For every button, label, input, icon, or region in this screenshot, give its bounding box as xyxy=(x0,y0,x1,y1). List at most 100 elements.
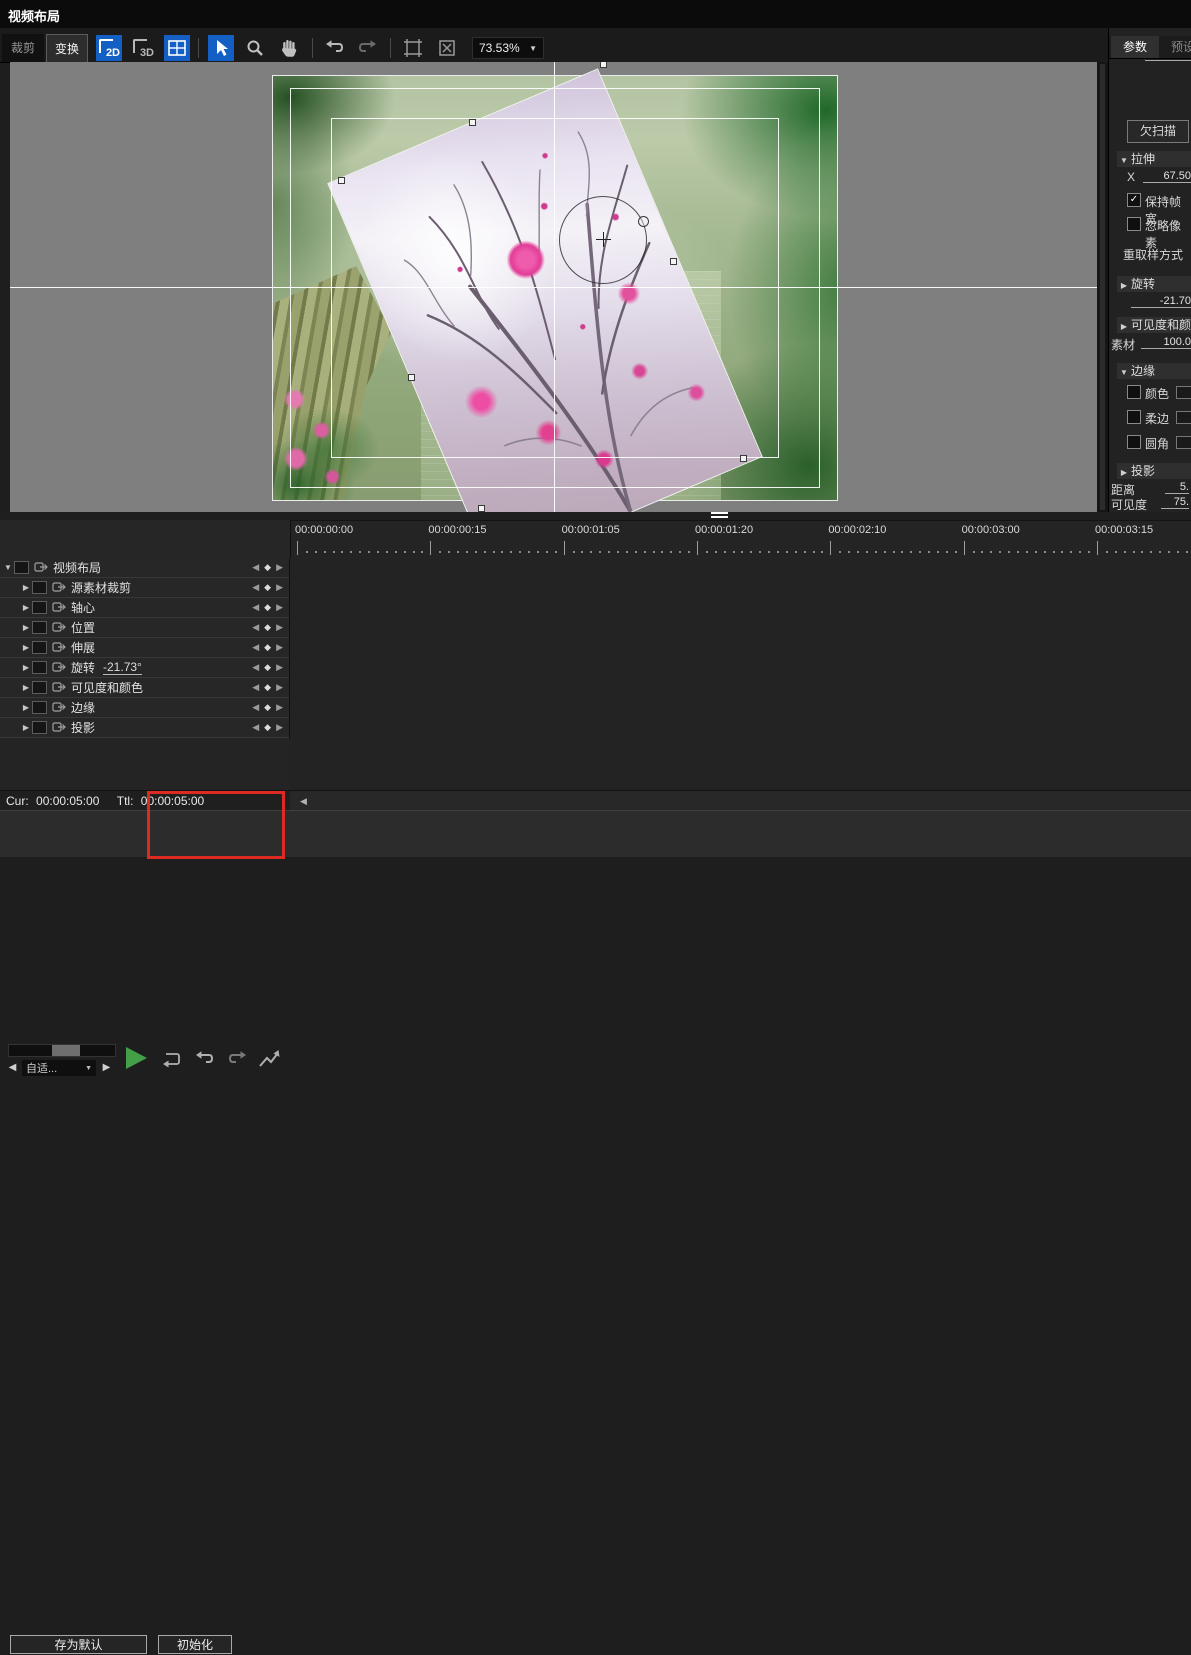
timeline-hscrollbar[interactable]: ◀ xyxy=(290,790,1191,811)
edge-color-swatch[interactable] xyxy=(1176,386,1191,399)
source-value[interactable]: 100.0 xyxy=(1141,336,1191,349)
track-value[interactable]: -21.73° xyxy=(103,660,142,675)
keyframe-enable-icon[interactable] xyxy=(52,681,67,694)
tab-crop[interactable]: 裁剪 xyxy=(2,34,44,62)
tab-presets[interactable]: 预设 xyxy=(1161,36,1191,58)
keyframe-graph-button[interactable] xyxy=(256,1047,282,1071)
section-rotation[interactable]: ▶旋转 xyxy=(1117,276,1191,292)
undo-button[interactable] xyxy=(322,35,348,61)
zoom-tool-button[interactable] xyxy=(242,35,268,61)
tab-transform[interactable]: 变换 xyxy=(46,34,88,62)
underscan-button[interactable]: 欠扫描 xyxy=(1127,120,1189,143)
prev-keyframe-button[interactable]: ◀ xyxy=(252,682,259,693)
transform-handle[interactable] xyxy=(600,62,607,68)
next-keyframe-button[interactable]: ▶ xyxy=(276,622,283,633)
edge-round-field[interactable] xyxy=(1176,436,1191,449)
track-checkbox[interactable] xyxy=(14,561,29,574)
next-keyframe-button[interactable]: ▶ xyxy=(276,582,283,593)
expand-arrow-icon[interactable]: ▶ xyxy=(20,623,32,632)
timeline-ruler[interactable]: 00:00:00:0000:00:00:1500:00:01:0500:00:0… xyxy=(290,520,1191,558)
prev-keyframe-button[interactable]: ◀ xyxy=(252,582,259,593)
track-checkbox[interactable] xyxy=(32,721,47,734)
expand-arrow-icon[interactable]: ▶ xyxy=(20,703,32,712)
section-visibility[interactable]: ▶可见度和颜 xyxy=(1117,317,1191,333)
prev-keyframe-button[interactable]: ◀ xyxy=(252,562,259,573)
edge-round-checkbox[interactable] xyxy=(1127,435,1141,449)
transform-handle[interactable] xyxy=(469,119,476,126)
prev-keyframe-button[interactable]: ◀ xyxy=(252,722,259,733)
save-as-default-button[interactable]: 存为默认 xyxy=(10,1635,147,1654)
track-checkbox[interactable] xyxy=(32,681,47,694)
initialize-button[interactable]: 初始化 xyxy=(158,1635,232,1654)
keyframe-enable-icon[interactable] xyxy=(52,581,67,594)
safe-area-button[interactable] xyxy=(400,35,426,61)
keyframe-graph-area[interactable] xyxy=(290,558,1191,790)
section-shadow[interactable]: ▶投影 xyxy=(1117,463,1191,479)
transform-handle[interactable] xyxy=(338,177,345,184)
shadow-distance-value[interactable]: 5. xyxy=(1165,481,1189,494)
next-keyframe-button[interactable]: ▶ xyxy=(276,702,283,713)
add-keyframe-button[interactable]: ◆ xyxy=(264,642,271,653)
keyframe-enable-icon[interactable] xyxy=(34,561,49,574)
add-keyframe-button[interactable]: ◆ xyxy=(264,562,271,573)
next-keyframe-button[interactable]: ▶ xyxy=(276,642,283,653)
keyframe-enable-icon[interactable] xyxy=(52,661,67,674)
canvas-scrollbar[interactable] xyxy=(1097,62,1108,512)
expand-arrow-icon[interactable]: ▶ xyxy=(20,663,32,672)
keyframe-enable-icon[interactable] xyxy=(52,621,67,634)
zoom-level-dropdown[interactable]: 73.53% ▼ xyxy=(472,37,544,59)
preset-prev-button[interactable]: ◀ xyxy=(6,1060,19,1076)
add-keyframe-button[interactable]: ◆ xyxy=(264,682,271,693)
ignore-pixel-checkbox[interactable] xyxy=(1127,217,1141,231)
preview-canvas[interactable] xyxy=(10,62,1097,512)
prev-keyframe-button[interactable]: ◀ xyxy=(252,702,259,713)
keyframe-enable-icon[interactable] xyxy=(52,701,67,714)
keyframe-enable-icon[interactable] xyxy=(52,641,67,654)
expand-arrow-icon[interactable]: ▶ xyxy=(20,723,32,732)
loop-playback-button[interactable] xyxy=(158,1047,184,1071)
track-checkbox[interactable] xyxy=(32,581,47,594)
section-edge[interactable]: ▼边缘 xyxy=(1117,363,1191,379)
add-keyframe-button[interactable]: ◆ xyxy=(264,622,271,633)
transform-handle[interactable] xyxy=(740,455,747,462)
add-keyframe-button[interactable]: ◆ xyxy=(264,582,271,593)
add-keyframe-button[interactable]: ◆ xyxy=(264,722,271,733)
mode-3d-button[interactable]: 3D xyxy=(130,35,156,61)
redo-keyframe-button[interactable] xyxy=(224,1047,250,1071)
expand-arrow-icon[interactable]: ▶ xyxy=(20,643,32,652)
edge-color-checkbox[interactable] xyxy=(1127,385,1141,399)
add-keyframe-button[interactable]: ◆ xyxy=(264,702,271,713)
prev-keyframe-button[interactable]: ◀ xyxy=(252,642,259,653)
add-keyframe-button[interactable]: ◆ xyxy=(264,662,271,673)
edge-soft-checkbox[interactable] xyxy=(1127,410,1141,424)
expand-arrow-icon[interactable]: ▶ xyxy=(20,683,32,692)
timeline-zoom-thumb[interactable] xyxy=(52,1045,80,1056)
expand-arrow-icon[interactable]: ▼ xyxy=(2,563,14,572)
keep-aspect-checkbox[interactable]: ✓ xyxy=(1127,193,1141,207)
layout-grid-button[interactable] xyxy=(164,35,190,61)
pan-tool-button[interactable] xyxy=(276,35,302,61)
expand-arrow-icon[interactable]: ▶ xyxy=(20,603,32,612)
stretch-x-value[interactable]: 67.50 xyxy=(1143,170,1191,183)
next-keyframe-button[interactable]: ▶ xyxy=(276,662,283,673)
redo-button[interactable] xyxy=(354,35,380,61)
keyframe-enable-icon[interactable] xyxy=(52,721,67,734)
play-button[interactable] xyxy=(126,1047,147,1069)
mode-2d-button[interactable]: 2D xyxy=(96,35,122,61)
preset-dropdown[interactable]: 自适... ▼ xyxy=(22,1060,96,1076)
tab-parameters[interactable]: 参数 xyxy=(1111,36,1159,58)
next-keyframe-button[interactable]: ▶ xyxy=(276,722,283,733)
track-checkbox[interactable] xyxy=(32,641,47,654)
track-checkbox[interactable] xyxy=(32,701,47,714)
undo-keyframe-button[interactable] xyxy=(192,1047,218,1071)
transform-handle[interactable] xyxy=(670,258,677,265)
prev-keyframe-button[interactable]: ◀ xyxy=(252,662,259,673)
track-checkbox[interactable] xyxy=(32,601,47,614)
add-keyframe-button[interactable]: ◆ xyxy=(264,602,271,613)
edge-soft-field[interactable] xyxy=(1176,411,1191,424)
select-tool-button[interactable] xyxy=(208,35,234,61)
prev-keyframe-button[interactable]: ◀ xyxy=(252,602,259,613)
rotation-value[interactable]: -21.70 xyxy=(1131,295,1191,308)
rotation-handle[interactable] xyxy=(638,216,649,227)
preset-next-button[interactable]: ▶ xyxy=(100,1060,113,1076)
